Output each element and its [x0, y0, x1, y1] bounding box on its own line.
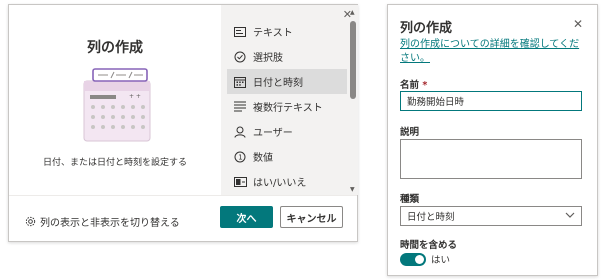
name-input[interactable]: 勤務開始日時 — [400, 91, 582, 111]
text-icon — [233, 25, 247, 39]
scrollbar-thumb[interactable] — [350, 21, 356, 99]
type-item-label: 選択肢 — [253, 53, 283, 64]
name-label: 名前 * — [400, 77, 427, 91]
type-list-scrollbar[interactable]: ▲ ▼ — [349, 9, 357, 193]
svg-text:+ +: + + — [129, 93, 141, 100]
learn-more-link[interactable]: 列の作成についての詳細を確認してください。 — [400, 38, 585, 66]
chevron-down-icon — [565, 211, 575, 221]
gear-icon — [25, 216, 36, 227]
include-time-toggle[interactable]: はい — [400, 252, 450, 266]
close-icon[interactable]: ✕ — [573, 17, 583, 31]
multiline-icon — [233, 100, 247, 114]
description-label: 説明 — [400, 127, 420, 138]
column-type-list: テキスト 選択肢 日付と時刻 複数行テキスト ユーザー 1 数値 はい/いいえ — [227, 19, 347, 194]
type-item-label: テキスト — [253, 28, 293, 39]
name-input-value: 勤務開始日時 — [407, 97, 465, 108]
toggle-column-visibility-link[interactable]: 列の表示と非表示を切り替える — [25, 214, 180, 229]
type-item-text[interactable]: テキスト — [227, 19, 347, 44]
include-time-value: はい — [431, 255, 451, 266]
date-time-illustration-icon: + + — [83, 68, 151, 142]
dialog-preview-pane: 列の作成 + + 日付、または日付と時刻を設定する — [9, 5, 221, 195]
number-icon: 1 — [233, 150, 247, 164]
type-item-person[interactable]: ユーザー — [227, 119, 347, 144]
create-column-panel: 列の作成 ✕ 列の作成についての詳細を確認してください。 名前 * 勤務開始日時… — [387, 4, 598, 276]
type-item-multiline-text[interactable]: 複数行テキスト — [227, 94, 347, 119]
description-input[interactable] — [400, 139, 582, 179]
type-dropdown-value: 日付と時刻 — [407, 212, 455, 223]
type-item-number[interactable]: 1 数値 — [227, 144, 347, 169]
type-item-choice[interactable]: 選択肢 — [227, 44, 347, 69]
choice-icon — [233, 50, 247, 64]
type-item-label: 数値 — [253, 153, 273, 164]
include-time-label: 時間を含める — [400, 240, 458, 251]
type-description: 日付、または日付と時刻を設定する — [42, 158, 187, 168]
dialog-footer: 列の表示と非表示を切り替える 次へ キャンセル — [9, 195, 357, 241]
toggle-knob — [415, 254, 424, 264]
type-item-label: ユーザー — [253, 128, 293, 139]
scroll-down-icon[interactable]: ▼ — [350, 186, 355, 193]
calendar-icon — [233, 75, 247, 89]
toggle-column-visibility-label: 列の表示と非表示を切り替える — [40, 218, 180, 229]
type-item-label: はい/いいえ — [253, 178, 307, 189]
toggle-track[interactable] — [400, 252, 426, 266]
type-item-label: 複数行テキスト — [253, 103, 323, 114]
type-item-yes-no[interactable]: はい/いいえ — [227, 169, 347, 194]
yesno-icon — [233, 175, 247, 189]
scroll-up-icon[interactable]: ▲ — [350, 9, 355, 16]
person-icon — [233, 125, 247, 139]
column-type-pane: ✕ テキスト 選択肢 日付と時刻 複数行テキスト ユーザー 1 数値 はい/いい… — [221, 5, 358, 195]
type-label: 種類 — [400, 194, 420, 205]
type-item-date-time[interactable]: 日付と時刻 — [227, 69, 347, 94]
next-button[interactable]: 次へ — [220, 206, 273, 228]
type-item-label: 日付と時刻 — [253, 78, 303, 89]
name-label-text: 名前 — [400, 80, 420, 91]
svg-text:1: 1 — [238, 153, 242, 161]
panel-title: 列の作成 — [400, 21, 453, 36]
create-column-dialog: 列の作成 + + 日付、または日付と時刻を設定する ✕ テキスト 選択肢 日付と… — [8, 4, 358, 242]
type-dropdown[interactable]: 日付と時刻 — [400, 206, 582, 226]
cancel-button[interactable]: キャンセル — [280, 206, 343, 228]
dialog-title: 列の作成 — [87, 40, 143, 56]
required-marker: * — [422, 80, 428, 91]
